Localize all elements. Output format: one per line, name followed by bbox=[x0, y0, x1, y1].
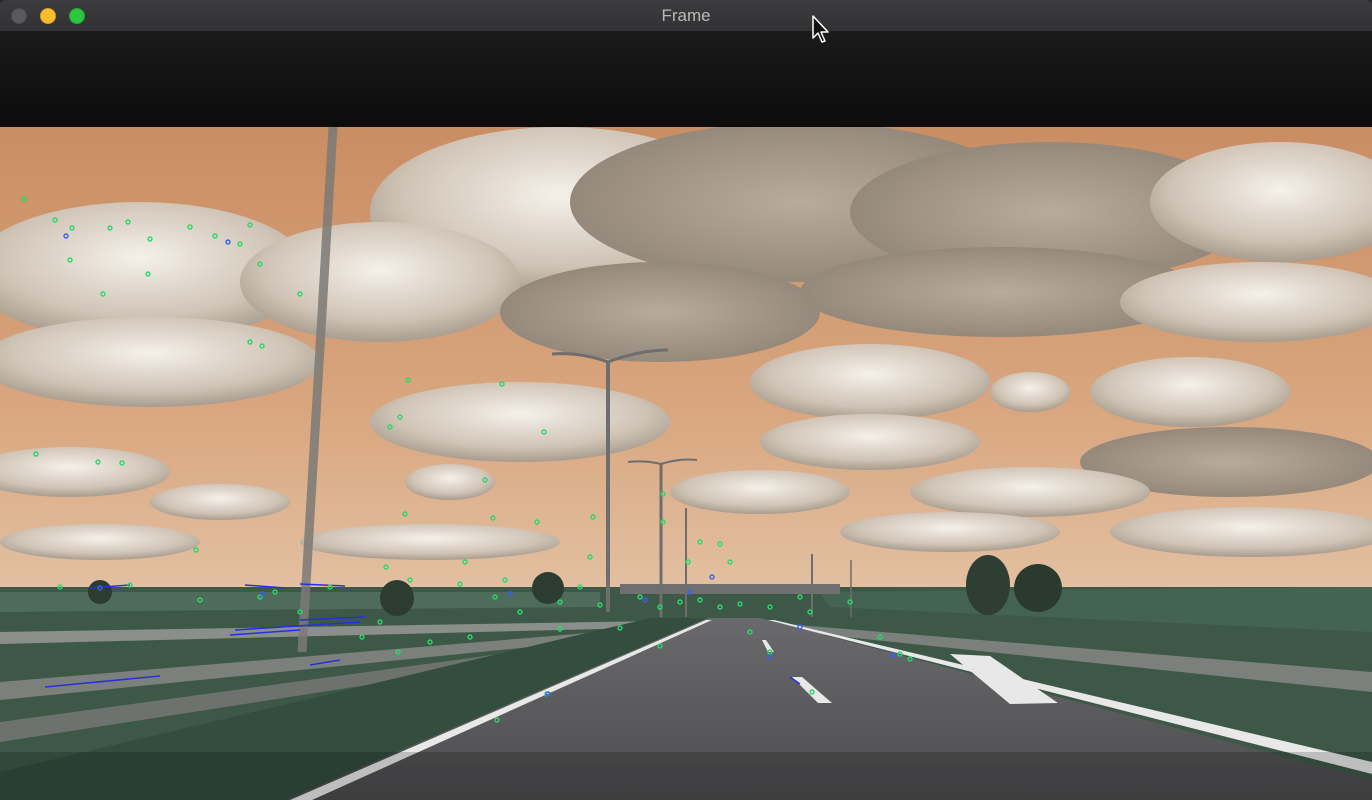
app-window: Frame bbox=[0, 0, 1372, 800]
window-title: Frame bbox=[661, 6, 711, 25]
windshield-top-edge bbox=[0, 32, 1372, 127]
video-frame bbox=[0, 32, 1372, 800]
mouse-cursor-icon bbox=[812, 15, 829, 43]
overpass bbox=[620, 584, 840, 594]
title-bar[interactable]: Frame bbox=[0, 0, 1372, 32]
